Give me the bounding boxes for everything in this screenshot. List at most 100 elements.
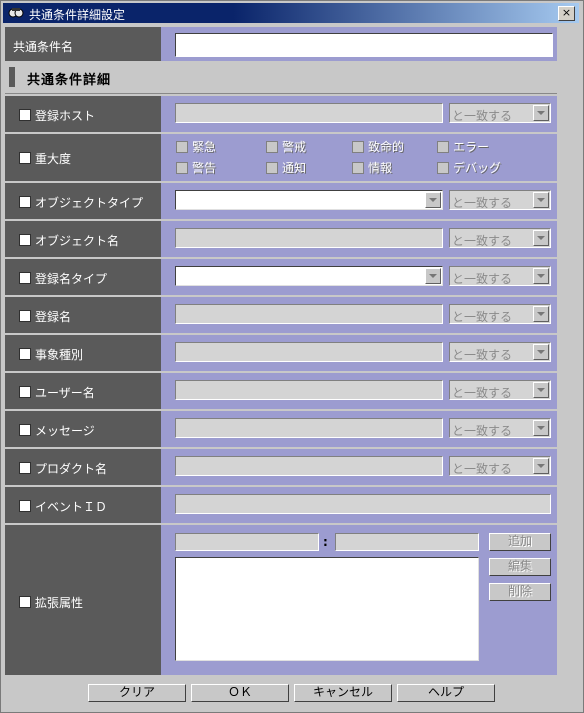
common-condition-name-input[interactable] [175, 33, 553, 57]
close-button[interactable]: × [558, 6, 575, 21]
event-category-input[interactable] [175, 342, 443, 362]
row-object-name-field: と一致する [161, 221, 557, 257]
registered-name-type-checkbox[interactable] [19, 272, 31, 284]
user-name-checkbox[interactable] [19, 386, 31, 398]
window-title: 共通条件詳細設定 [29, 8, 126, 22]
object-type-match-select[interactable]: と一致する [449, 190, 551, 210]
object-name-label: オブジェクト名 [35, 234, 120, 248]
severity-checkbox[interactable] [19, 152, 31, 164]
event-category-label: 事象種別 [35, 348, 84, 362]
product-name-match-select[interactable]: と一致する [449, 456, 551, 476]
object-type-checkbox[interactable] [19, 196, 31, 208]
object-name-checkbox[interactable] [19, 234, 31, 246]
severity-error-label: エラー [453, 140, 490, 154]
help-button[interactable]: ヘルプ [397, 684, 495, 702]
event-category-match-value: と一致する [452, 348, 513, 362]
severity-notice-checkbox[interactable] [266, 162, 278, 174]
object-name-input[interactable] [175, 228, 443, 248]
object-type-match-value: と一致する [452, 196, 513, 210]
message-label: メッセージ [35, 424, 95, 438]
dropdown-arrow-icon[interactable] [425, 192, 441, 208]
row-product-name-field: と一致する [161, 449, 557, 485]
dialog-window: 共通条件詳細設定 × 共通条件名 共通条件詳細 登録ホスト と一致する 重大度 … [0, 0, 584, 713]
user-name-match-value: と一致する [452, 386, 513, 400]
event-category-match-select[interactable]: と一致する [449, 342, 551, 362]
message-checkbox[interactable] [19, 424, 31, 436]
extended-attr-checkbox[interactable] [19, 596, 31, 608]
registered-name-checkbox[interactable] [19, 310, 31, 322]
message-input[interactable] [175, 418, 443, 438]
severity-warning-checkbox[interactable] [176, 162, 188, 174]
user-name-match-select[interactable]: と一致する [449, 380, 551, 400]
row-message-label: メッセージ [5, 411, 161, 447]
edit-button[interactable]: 編集 [489, 558, 551, 576]
row-object-type-field: と一致する [161, 183, 557, 219]
common-condition-name-label-cell: 共通条件名 [5, 27, 161, 61]
app-icon [8, 8, 24, 18]
object-type-select[interactable] [175, 190, 443, 210]
object-type-label: オブジェクトタイプ [35, 196, 144, 210]
row-event-category-field: と一致する [161, 335, 557, 371]
dropdown-arrow-icon[interactable] [533, 192, 549, 208]
severity-error-checkbox[interactable] [437, 141, 449, 153]
ok-button[interactable]: ＯＫ [191, 684, 289, 702]
extended-attr-label: 拡張属性 [35, 596, 84, 610]
row-user-name-label: ユーザー名 [5, 373, 161, 409]
row-object-type-label: オブジェクトタイプ [5, 183, 161, 219]
common-condition-name-label: 共通条件名 [13, 40, 74, 54]
severity-alert-label: 警戒 [282, 140, 307, 154]
delete-button[interactable]: 削除 [489, 583, 551, 601]
severity-alert-checkbox[interactable] [266, 141, 278, 153]
dropdown-arrow-icon[interactable] [533, 420, 549, 436]
extended-attr-separator: : [323, 535, 328, 549]
cancel-button[interactable]: キャンセル [294, 684, 392, 702]
row-severity-label: 重大度 [5, 134, 161, 181]
dropdown-arrow-icon[interactable] [533, 344, 549, 360]
registered-host-checkbox[interactable] [19, 109, 31, 121]
row-event-id-label: イベントＩＤ [5, 487, 161, 523]
dropdown-arrow-icon[interactable] [533, 105, 549, 121]
row-object-name-label: オブジェクト名 [5, 221, 161, 257]
row-extended-attr-field: : 追加 編集 削除 [161, 525, 557, 675]
severity-debug-label: デバッグ [453, 161, 502, 175]
registered-host-input[interactable] [175, 103, 443, 123]
registered-host-match-select[interactable]: と一致する [449, 103, 551, 123]
extended-attr-key-input[interactable] [175, 533, 319, 551]
row-event-category-label: 事象種別 [5, 335, 161, 371]
add-button[interactable]: 追加 [489, 533, 551, 551]
registered-name-input[interactable] [175, 304, 443, 324]
severity-info-checkbox[interactable] [352, 162, 364, 174]
extended-attr-value-input[interactable] [335, 533, 479, 551]
event-category-checkbox[interactable] [19, 348, 31, 360]
registered-name-type-select[interactable] [175, 266, 443, 286]
dropdown-arrow-icon[interactable] [533, 458, 549, 474]
event-id-input[interactable] [175, 494, 551, 514]
registered-name-match-select[interactable]: と一致する [449, 304, 551, 324]
dropdown-arrow-icon[interactable] [533, 268, 549, 284]
registered-name-match-value: と一致する [452, 310, 513, 324]
severity-debug-checkbox[interactable] [437, 162, 449, 174]
title-bar[interactable]: 共通条件詳細設定 × [3, 3, 579, 23]
event-id-label: イベントＩＤ [35, 500, 108, 514]
dropdown-arrow-icon[interactable] [533, 230, 549, 246]
severity-label: 重大度 [35, 152, 72, 166]
message-match-select[interactable]: と一致する [449, 418, 551, 438]
message-match-value: と一致する [452, 424, 513, 438]
row-severity-field: 緊急 警戒 致命的 エラー 警告 通知 情報 デバッグ [161, 134, 557, 181]
row-registered-name-field: と一致する [161, 297, 557, 333]
row-registered-host-label: 登録ホスト [5, 96, 161, 132]
clear-button[interactable]: クリア [88, 684, 186, 702]
object-name-match-select[interactable]: と一致する [449, 228, 551, 248]
severity-critical-checkbox[interactable] [352, 141, 364, 153]
dropdown-arrow-icon[interactable] [533, 382, 549, 398]
registered-name-type-match-select[interactable]: と一致する [449, 266, 551, 286]
dropdown-arrow-icon[interactable] [425, 268, 441, 284]
severity-emergency-checkbox[interactable] [176, 141, 188, 153]
row-registered-host-field: と一致する [161, 96, 557, 132]
user-name-input[interactable] [175, 380, 443, 400]
extended-attr-list[interactable] [175, 557, 479, 661]
product-name-checkbox[interactable] [19, 462, 31, 474]
event-id-checkbox[interactable] [19, 500, 31, 512]
product-name-input[interactable] [175, 456, 443, 476]
dropdown-arrow-icon[interactable] [533, 306, 549, 322]
